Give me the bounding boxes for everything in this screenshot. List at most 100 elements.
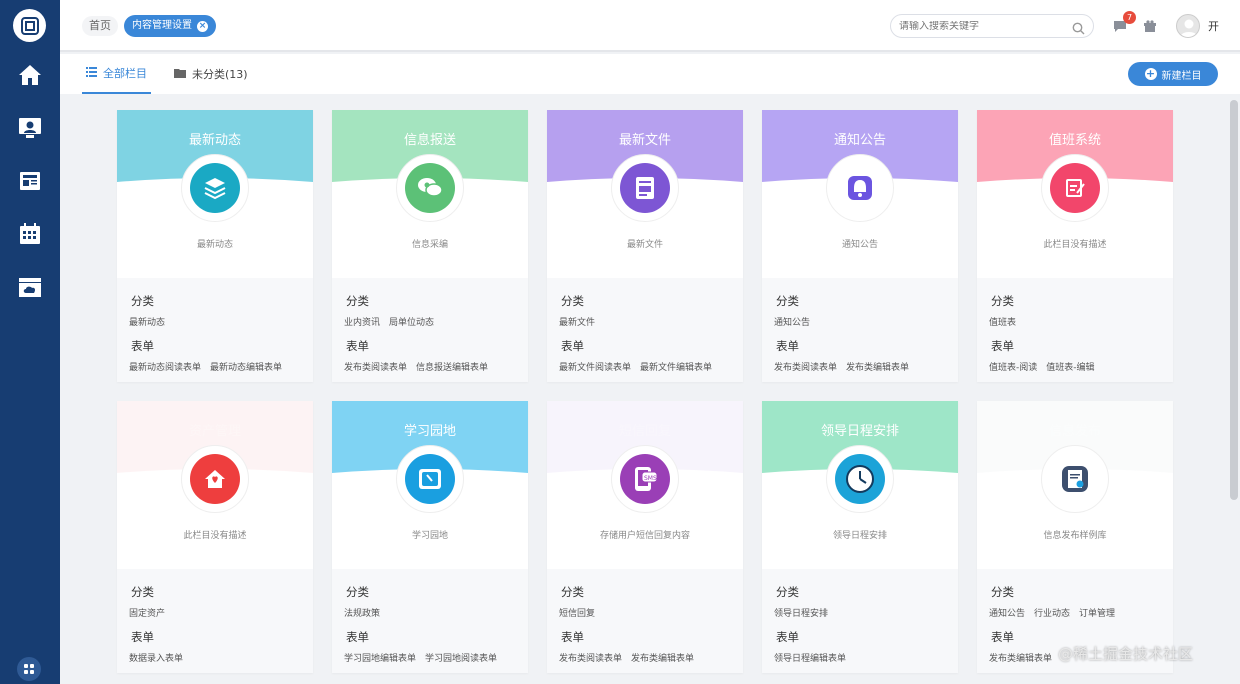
category-list: 最新动态 bbox=[129, 315, 165, 328]
card-icon-ring: SMS bbox=[611, 445, 679, 513]
column-card[interactable]: 学习园地 学习园地 分类 法规政策 表单 学习园地编辑表单 学习园地阅读表单 bbox=[332, 401, 528, 673]
column-card[interactable]: 最新文件 最新文件 分类 最新文件 表单 最新文件阅读表单 最新文件编辑表单 bbox=[547, 110, 743, 382]
category-tag[interactable]: 订单管理 bbox=[1079, 606, 1115, 619]
form-tag[interactable]: 最新文件阅读表单 bbox=[559, 360, 631, 373]
category-tag[interactable]: 业内资讯 bbox=[344, 315, 380, 328]
category-list: 通知公告 bbox=[774, 315, 810, 328]
category-tag[interactable]: 局单位动态 bbox=[389, 315, 434, 328]
category-heading: 分类 bbox=[346, 585, 369, 599]
category-list: 法规政策 bbox=[344, 606, 380, 619]
form-tag[interactable]: 值班表-阅读 bbox=[989, 360, 1037, 373]
card-description: 通知公告 bbox=[841, 240, 878, 250]
form-tag[interactable]: 发布类编辑表单 bbox=[846, 360, 909, 373]
category-tag[interactable]: 通知公告 bbox=[989, 606, 1025, 619]
category-list: 最新文件 bbox=[559, 315, 595, 328]
form-tag[interactable]: 发布类编辑表单 bbox=[631, 651, 694, 664]
card-title: 通知公告 bbox=[833, 133, 886, 148]
column-card[interactable]: 通知公告 通知公告 分类 通知公告 表单 发布类阅读表单 发布类编辑表单 bbox=[762, 110, 958, 382]
category-heading: 分类 bbox=[991, 294, 1014, 308]
category-tag[interactable]: 短信回复 bbox=[559, 606, 595, 619]
form-tag[interactable]: 学习园地编辑表单 bbox=[344, 651, 416, 664]
user-name[interactable]: 开 bbox=[1208, 18, 1219, 34]
column-card[interactable]: 领导日程安排 领导日程安排 分类 领导日程安排 表单 领导日程编辑表单 bbox=[762, 401, 958, 673]
bell-icon bbox=[835, 163, 885, 213]
avatar[interactable] bbox=[1176, 14, 1200, 38]
search-icon[interactable] bbox=[1072, 20, 1085, 39]
new-column-button[interactable]: + 新建栏目 bbox=[1128, 62, 1218, 86]
form-list: 数据录入表单 bbox=[129, 651, 183, 664]
logo-icon[interactable] bbox=[13, 9, 46, 42]
user-monitor-icon[interactable] bbox=[0, 108, 60, 148]
category-tag[interactable]: 领导日程安排 bbox=[774, 606, 828, 619]
form-tag[interactable]: 信息报送编辑表单 bbox=[416, 360, 488, 373]
category-tag[interactable]: 固定资产 bbox=[129, 606, 165, 619]
folder-icon bbox=[174, 68, 186, 81]
home-icon[interactable] bbox=[0, 55, 60, 95]
form-tag[interactable]: 学习园地阅读表单 bbox=[425, 651, 497, 664]
card-title: 学习园地 bbox=[403, 424, 456, 439]
tab-uncategorized[interactable]: 未分类(13) bbox=[174, 54, 248, 94]
category-tag[interactable]: 行业动态 bbox=[1034, 606, 1070, 619]
new-column-label: 新建栏目 bbox=[1161, 70, 1202, 82]
form-tag[interactable]: 最新动态编辑表单 bbox=[210, 360, 282, 373]
edit-note-icon bbox=[1050, 163, 1100, 213]
card-details: 分类 通知公告 表单 发布类阅读表单 发布类编辑表单 bbox=[762, 278, 958, 382]
close-icon[interactable]: × bbox=[197, 20, 208, 32]
category-tag[interactable]: 最新动态 bbox=[129, 315, 165, 328]
column-card[interactable]: 信息发布 信息发布样例库 分类 通知公告 行业动态 订单管理 表单 发布类编辑表单 bbox=[977, 401, 1173, 673]
card-details: 分类 领导日程安排 表单 领导日程编辑表单 bbox=[762, 569, 958, 673]
svg-text:SMS: SMS bbox=[644, 475, 657, 482]
category-heading: 分类 bbox=[776, 294, 799, 308]
form-tag[interactable]: 最新动态阅读表单 bbox=[129, 360, 201, 373]
newspaper-icon[interactable] bbox=[0, 161, 60, 201]
column-card[interactable]: 值班系统 此栏目没有描述 分类 值班表 表单 值班表-阅读 值班表-编辑 bbox=[977, 110, 1173, 382]
form-tag[interactable]: 数据录入表单 bbox=[129, 651, 183, 664]
card-title: 信息发布 bbox=[1048, 424, 1101, 439]
category-heading: 分类 bbox=[561, 294, 584, 308]
card-description: 领导日程安排 bbox=[832, 531, 887, 541]
sms-icon: SMS bbox=[620, 454, 670, 504]
search-input[interactable] bbox=[899, 20, 1059, 32]
column-card[interactable]: 信息报送 信息采编 分类 业内资讯 局单位动态 表单 发布类阅读表单 信息报送编辑表… bbox=[332, 110, 528, 382]
form-heading: 表单 bbox=[561, 339, 584, 353]
card-title: 最新文件 bbox=[618, 133, 671, 148]
cloud-folder-icon[interactable] bbox=[0, 267, 60, 307]
form-heading: 表单 bbox=[131, 630, 154, 644]
form-tag[interactable]: 最新文件编辑表单 bbox=[640, 360, 712, 373]
form-tag[interactable]: 发布类编辑表单 bbox=[989, 651, 1052, 664]
category-tag[interactable]: 最新文件 bbox=[559, 315, 595, 328]
form-tag[interactable]: 值班表-编辑 bbox=[1046, 360, 1094, 373]
list-icon bbox=[86, 66, 97, 80]
column-card[interactable]: 短信回复 SMS 存储用户短信回复内容 分类 短信回复 表单 发布类阅读表单 发布… bbox=[547, 401, 743, 673]
card-details: 分类 法规政策 表单 学习园地编辑表单 学习园地阅读表单 bbox=[332, 569, 528, 673]
calendar-icon[interactable] bbox=[0, 214, 60, 254]
category-tag[interactable]: 法规政策 bbox=[344, 606, 380, 619]
card-details: 分类 最新动态 表单 最新动态阅读表单 最新动态编辑表单 bbox=[117, 278, 313, 382]
breadcrumb-home[interactable]: 首页 bbox=[82, 16, 118, 36]
form-tag[interactable]: 发布类阅读表单 bbox=[559, 651, 622, 664]
category-tag[interactable]: 值班表 bbox=[989, 315, 1016, 328]
gift-icon[interactable] bbox=[1143, 18, 1157, 37]
tab-uncategorized-label: 未分类(13) bbox=[192, 68, 248, 81]
breadcrumb-active-tab[interactable]: 内容管理设置 × bbox=[124, 15, 216, 37]
form-tag[interactable]: 领导日程编辑表单 bbox=[774, 651, 846, 664]
tab-all-columns[interactable]: 全部栏目 bbox=[82, 54, 151, 94]
category-tag[interactable]: 通知公告 bbox=[774, 315, 810, 328]
form-list: 值班表-阅读 值班表-编辑 bbox=[989, 360, 1095, 373]
card-icon-ring bbox=[181, 154, 249, 222]
form-tag[interactable]: 发布类阅读表单 bbox=[344, 360, 407, 373]
card-description: 存储用户短信回复内容 bbox=[599, 531, 690, 541]
apps-icon[interactable] bbox=[17, 657, 41, 681]
card-details: 分类 短信回复 表单 发布类阅读表单 发布类编辑表单 bbox=[547, 569, 743, 673]
form-tag[interactable]: 发布类阅读表单 bbox=[774, 360, 837, 373]
card-details: 分类 值班表 表单 值班表-阅读 值班表-编辑 bbox=[977, 278, 1173, 382]
column-card[interactable]: 资产管理 此栏目没有描述 分类 固定资产 表单 数据录入表单 bbox=[117, 401, 313, 673]
message-count-badge: 7 bbox=[1123, 11, 1136, 24]
card-icon-ring bbox=[1041, 445, 1109, 513]
chat-bubbles-icon bbox=[405, 163, 455, 213]
column-card[interactable]: 最新动态 最新动态 分类 最新动态 表单 最新动态阅读表单 最新动态编辑表单 bbox=[117, 110, 313, 382]
top-bar: 首页 内容管理设置 × 7 开 bbox=[60, 0, 1240, 52]
category-heading: 分类 bbox=[776, 585, 799, 599]
card-title: 值班系统 bbox=[1048, 133, 1101, 148]
scrollbar[interactable] bbox=[1230, 100, 1238, 500]
